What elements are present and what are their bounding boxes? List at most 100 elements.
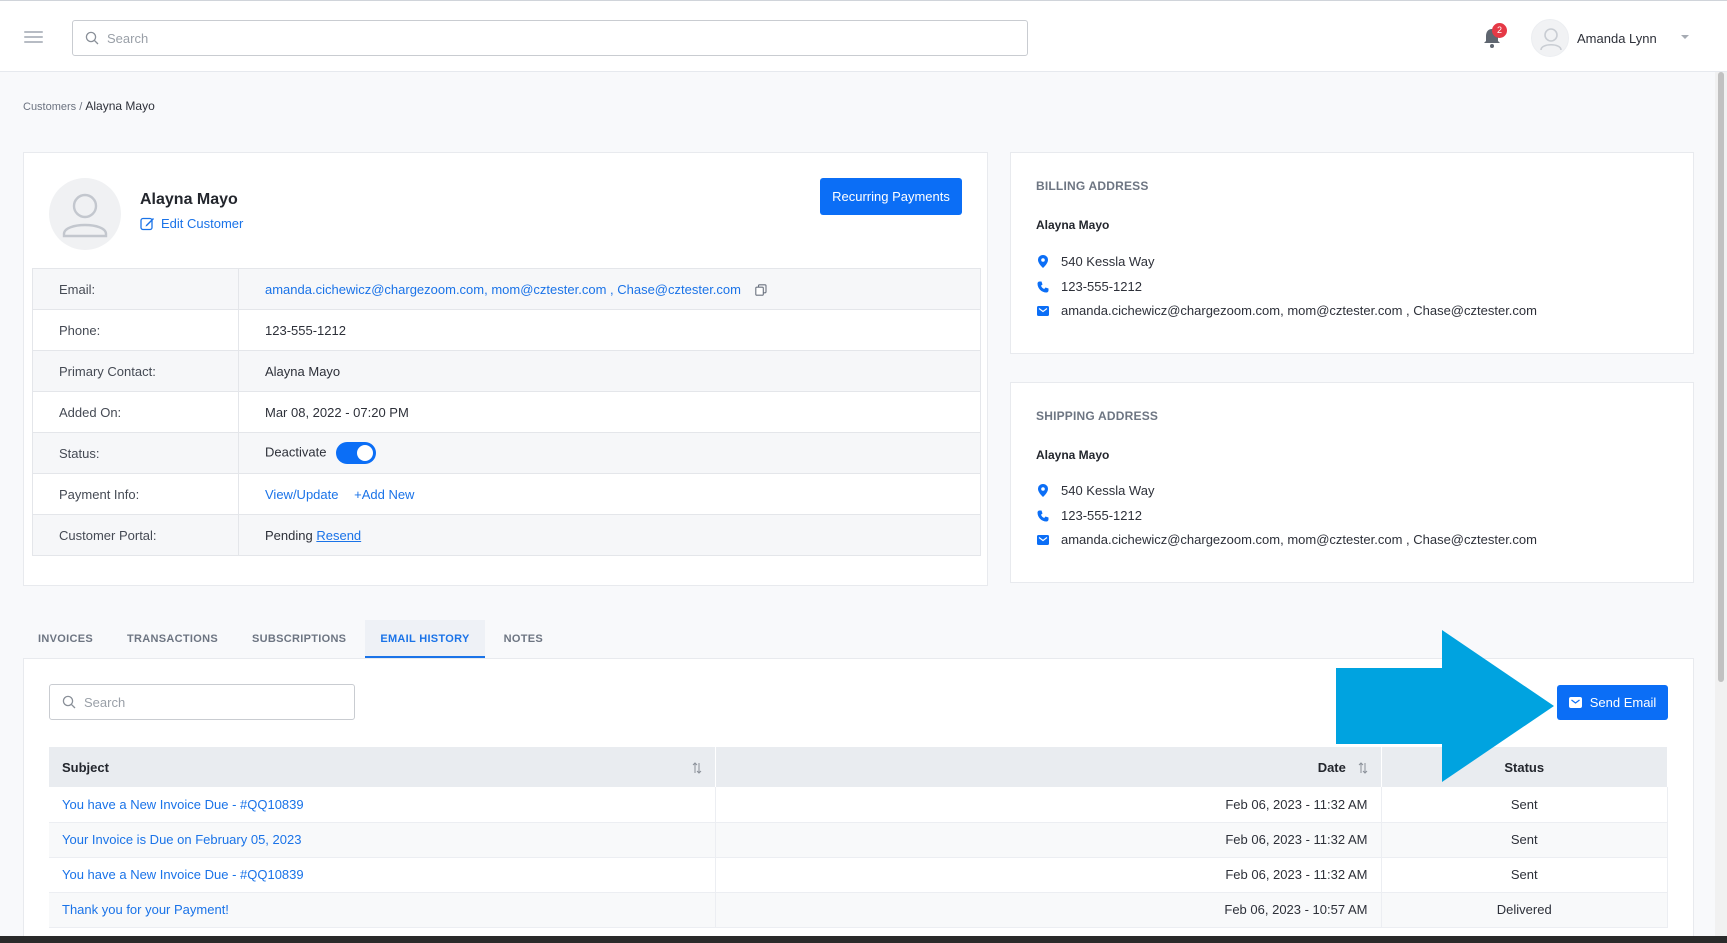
customer-name: Alayna Mayo: [140, 191, 238, 208]
shipping-name: Alayna Mayo: [1036, 448, 1110, 462]
tab-subscriptions[interactable]: SUBSCRIPTIONS: [237, 620, 361, 658]
email-status: Sent: [1381, 857, 1668, 893]
tab-email-history[interactable]: EMAIL HISTORY: [365, 620, 485, 658]
phone-icon: [1037, 510, 1049, 521]
email-date: Feb 06, 2023 - 11:32 AM: [715, 787, 1382, 823]
customer-portal-cell: Pending Resend: [238, 514, 981, 556]
shipping-address-card: SHIPPING ADDRESS Alayna Mayo 540 Kessla …: [1010, 382, 1694, 583]
payment-info-label: Payment Info:: [32, 473, 239, 515]
annotation-arrow-icon: [1336, 630, 1554, 782]
customer-portal-row: Customer Portal: Pending Resend: [32, 514, 981, 556]
edit-icon: [140, 217, 154, 231]
tab-invoices[interactable]: INVOICES: [23, 620, 108, 658]
hamburger-menu-icon[interactable]: [24, 31, 43, 43]
email-label: Email:: [32, 268, 239, 310]
tab-notes[interactable]: NOTES: [489, 620, 558, 658]
user-avatar[interactable]: [1531, 19, 1569, 57]
edit-customer-link[interactable]: Edit Customer: [140, 216, 243, 231]
shipping-title: SHIPPING ADDRESS: [1036, 409, 1159, 423]
breadcrumb-customers-link[interactable]: Customers: [23, 101, 76, 113]
email-subject-link[interactable]: Thank you for your Payment!: [49, 892, 716, 928]
email-search[interactable]: [49, 684, 355, 720]
global-search-input[interactable]: [107, 21, 1007, 55]
billing-street-line: 540 Kessla Way: [1036, 254, 1154, 269]
shipping-email-line: amanda.cichewicz@chargezoom.com, mom@czt…: [1036, 532, 1537, 547]
notification-count-badge: 2: [1492, 23, 1507, 38]
user-silhouette-icon: [1540, 28, 1562, 51]
billing-phone: 123-555-1212: [1061, 279, 1142, 294]
customer-avatar: [49, 178, 121, 250]
payment-info-row: Payment Info: View/Update +Add New: [32, 473, 981, 515]
global-search[interactable]: [72, 20, 1028, 56]
view-update-link[interactable]: View/Update: [265, 487, 338, 502]
billing-address-card: BILLING ADDRESS Alayna Mayo 540 Kessla W…: [1010, 152, 1694, 354]
add-new-payment-link[interactable]: +Add New: [354, 487, 414, 502]
envelope-icon: [1037, 534, 1049, 545]
phone-label: Phone:: [32, 309, 239, 351]
phone-icon: [1037, 281, 1049, 292]
email-search-input[interactable]: [84, 685, 344, 719]
envelope-icon: [1037, 305, 1049, 316]
payment-info-cell: View/Update +Add New: [238, 473, 981, 515]
breadcrumb: Customers / Alayna Mayo: [23, 99, 155, 113]
location-pin-icon: [1038, 255, 1048, 268]
page-scrollbar[interactable]: [1715, 72, 1727, 943]
sort-icon[interactable]: [692, 761, 702, 774]
customer-silhouette-icon: [62, 193, 108, 238]
customer-tabs: INVOICES TRANSACTIONS SUBSCRIPTIONS EMAI…: [23, 620, 562, 658]
status-row: Status: Deactivate: [32, 432, 981, 474]
primary-contact-value: Alayna Mayo: [238, 350, 981, 392]
billing-email-line: amanda.cichewicz@chargezoom.com, mom@czt…: [1036, 303, 1537, 318]
email-date: Feb 06, 2023 - 11:32 AM: [715, 822, 1382, 858]
billing-name: Alayna Mayo: [1036, 218, 1110, 232]
billing-title: BILLING ADDRESS: [1036, 179, 1149, 193]
primary-contact-label: Primary Contact:: [32, 350, 239, 392]
portal-status: Pending: [265, 527, 313, 543]
send-email-label: Send Email: [1589, 695, 1657, 710]
status-toggle[interactable]: [336, 442, 377, 464]
email-status: Sent: [1381, 787, 1668, 823]
billing-street: 540 Kessla Way: [1061, 254, 1155, 269]
table-row: You have a New Invoice Due - #QQ10839 Fe…: [49, 857, 1668, 893]
subject-header-label: Subject: [62, 759, 109, 775]
recurring-payments-button[interactable]: Recurring Payments: [820, 178, 962, 215]
date-column-header[interactable]: Date: [715, 747, 1382, 787]
customer-portal-label: Customer Portal:: [32, 514, 239, 556]
email-subject-link[interactable]: You have a New Invoice Due - #QQ10839: [49, 857, 716, 893]
shipping-phone-line: 123-555-1212: [1036, 508, 1142, 523]
user-name[interactable]: Amanda Lynn: [1577, 31, 1657, 46]
email-cell: amanda.cichewicz@chargezoom.com, mom@czt…: [238, 268, 981, 310]
search-icon: [62, 695, 76, 709]
table-row: Your Invoice is Due on February 05, 2023…: [49, 822, 1668, 858]
resend-link[interactable]: Resend: [316, 528, 361, 543]
breadcrumb-current: Alayna Mayo: [85, 99, 155, 113]
shipping-street: 540 Kessla Way: [1061, 483, 1155, 498]
email-status: Sent: [1381, 822, 1668, 858]
subject-column-header[interactable]: Subject: [49, 747, 716, 787]
added-on-row: Added On: Mar 08, 2022 - 07:20 PM: [32, 391, 981, 433]
phone-row: Phone: 123-555-1212: [32, 309, 981, 351]
status-value: Deactivate: [265, 444, 327, 460]
table-row: You have a New Invoice Due - #QQ10839 Fe…: [49, 787, 1668, 823]
email-subject-link[interactable]: Your Invoice is Due on February 05, 2023: [49, 822, 716, 858]
scrollbar-thumb[interactable]: [1718, 72, 1724, 682]
email-date: Feb 06, 2023 - 10:57 AM: [715, 892, 1382, 928]
envelope-icon: [1568, 697, 1582, 708]
table-row: Thank you for your Payment! Feb 06, 2023…: [49, 892, 1668, 928]
billing-email: amanda.cichewicz@chargezoom.com, mom@czt…: [1061, 303, 1537, 318]
added-on-value: Mar 08, 2022 - 07:20 PM: [238, 391, 981, 433]
customer-details-card: Alayna Mayo Edit Customer Recurring Paym…: [23, 152, 988, 586]
tab-transactions[interactable]: TRANSACTIONS: [112, 620, 233, 658]
location-pin-icon: [1038, 484, 1048, 497]
email-subject-link[interactable]: You have a New Invoice Due - #QQ10839: [49, 787, 716, 823]
billing-phone-line: 123-555-1212: [1036, 279, 1142, 294]
email-status-link[interactable]: Delivered: [1381, 892, 1668, 928]
user-menu-caret-icon[interactable]: [1681, 35, 1689, 39]
copy-icon[interactable]: [754, 284, 767, 296]
email-value-link[interactable]: amanda.cichewicz@chargezoom.com, mom@czt…: [265, 282, 741, 297]
send-email-button[interactable]: Send Email: [1557, 685, 1668, 720]
shipping-email: amanda.cichewicz@chargezoom.com, mom@czt…: [1061, 532, 1537, 547]
top-bar: 2 Amanda Lynn: [0, 0, 1727, 72]
breadcrumb-separator: /: [79, 101, 83, 113]
email-row: Email: amanda.cichewicz@chargezoom.com, …: [32, 268, 981, 310]
